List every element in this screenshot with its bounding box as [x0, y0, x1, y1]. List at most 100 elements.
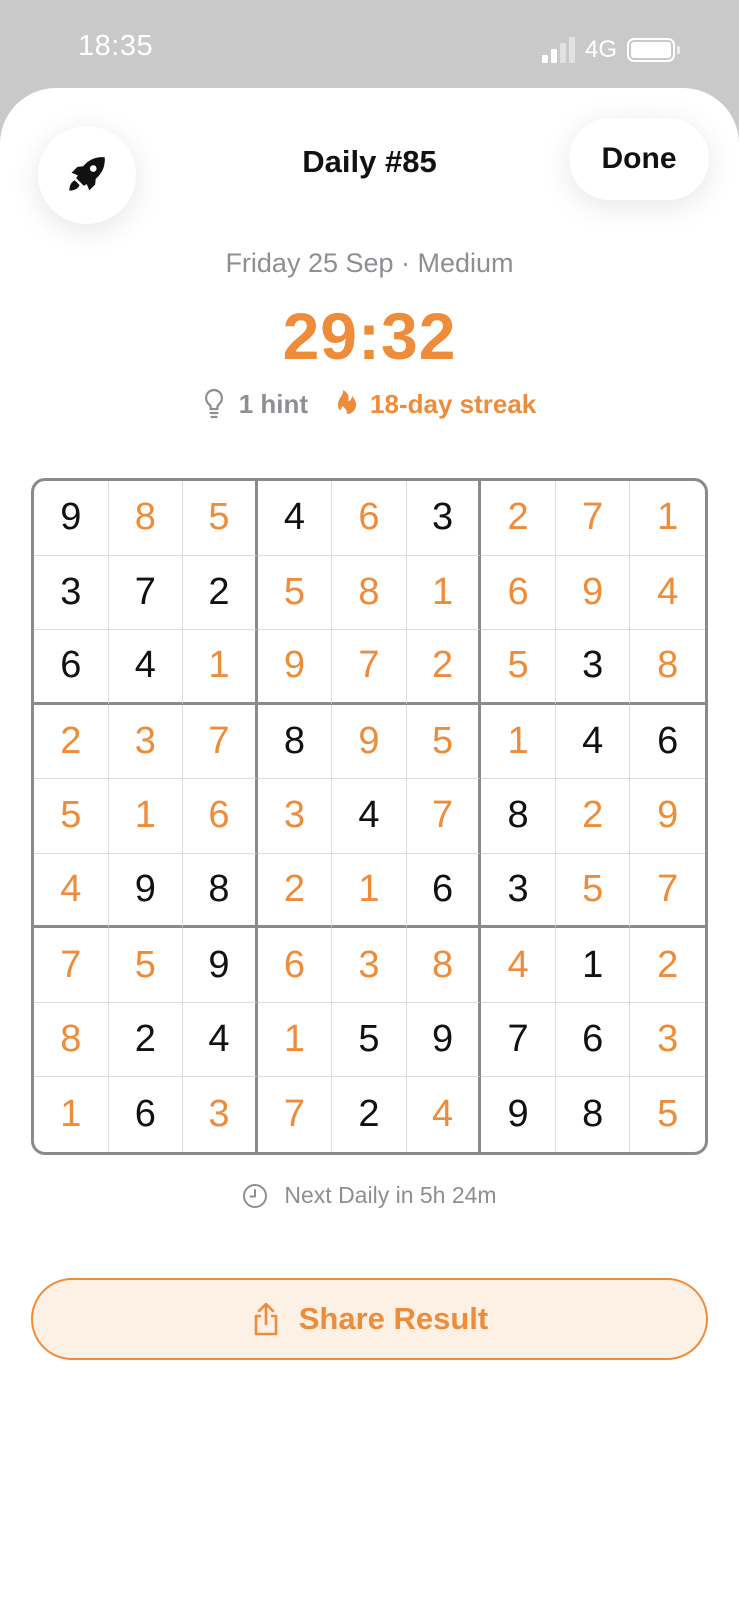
share-label: Share Result: [298, 1301, 489, 1336]
sudoku-cell[interactable]: 4: [257, 481, 333, 556]
hint-label: 1 hint: [238, 388, 309, 419]
sudoku-cell[interactable]: 4: [34, 853, 109, 929]
sudoku-cell[interactable]: 6: [109, 1077, 184, 1152]
sudoku-cell[interactable]: 8: [332, 555, 407, 631]
sudoku-cell[interactable]: 2: [257, 853, 333, 929]
sudoku-cell[interactable]: 3: [332, 928, 407, 1003]
sudoku-cell[interactable]: 6: [183, 779, 258, 854]
sudoku-cell[interactable]: 7: [406, 779, 482, 854]
sudoku-cell[interactable]: 3: [555, 630, 631, 705]
sudoku-cell[interactable]: 1: [406, 555, 482, 631]
status-time: 18:35: [78, 30, 154, 62]
sudoku-cell[interactable]: 5: [481, 630, 556, 705]
done-button[interactable]: Done: [569, 118, 709, 200]
sudoku-cell[interactable]: 2: [183, 555, 258, 631]
streak-label: 18-day streak: [370, 388, 537, 419]
sudoku-cell[interactable]: 7: [34, 928, 109, 1003]
sudoku-cell[interactable]: 7: [555, 481, 631, 556]
sudoku-cell[interactable]: 1: [332, 853, 407, 929]
sudoku-cell[interactable]: 3: [108, 704, 184, 780]
sudoku-cell[interactable]: 9: [257, 630, 333, 705]
sudoku-cell[interactable]: 5: [183, 481, 258, 556]
sudoku-cell[interactable]: 7: [332, 630, 407, 705]
sudoku-cell[interactable]: 5: [406, 704, 482, 780]
sudoku-cell[interactable]: 7: [258, 1077, 333, 1152]
sudoku-cell[interactable]: 6: [257, 928, 333, 1003]
sudoku-cell[interactable]: 3: [630, 1003, 705, 1078]
sudoku-cell[interactable]: 9: [406, 1002, 482, 1078]
sudoku-cell[interactable]: 3: [183, 1077, 258, 1152]
sudoku-cell[interactable]: 1: [108, 779, 184, 854]
sudoku-cell[interactable]: 4: [183, 1002, 258, 1078]
sudoku-cell[interactable]: 6: [481, 555, 556, 631]
sudoku-cell[interactable]: 4: [555, 704, 631, 780]
next-daily-label: Next Daily in 5h 24m: [284, 1182, 497, 1208]
sudoku-cell[interactable]: 9: [555, 555, 631, 631]
sudoku-cell[interactable]: 4: [407, 1077, 482, 1152]
sudoku-cell[interactable]: 4: [630, 556, 705, 631]
sudoku-cell[interactable]: 1: [183, 630, 258, 705]
sudoku-cell[interactable]: 5: [555, 853, 631, 929]
sudoku-cell[interactable]: 4: [108, 630, 184, 705]
sudoku-cell[interactable]: 9: [630, 779, 705, 854]
share-result-button[interactable]: Share Result: [31, 1278, 708, 1360]
sudoku-cell[interactable]: 1: [555, 928, 631, 1003]
sudoku-cell[interactable]: 4: [481, 928, 556, 1003]
elapsed-timer: 29:32: [282, 299, 457, 373]
sudoku-cell[interactable]: 8: [556, 1077, 631, 1152]
sudoku-cell[interactable]: 9: [108, 853, 184, 929]
sudoku-cell[interactable]: 1: [630, 481, 705, 556]
sudoku-cell[interactable]: 1: [34, 1077, 109, 1152]
sudoku-cell[interactable]: 6: [332, 481, 407, 556]
next-daily-countdown: Next Daily in 5h 24m: [0, 1182, 739, 1209]
sudoku-cell[interactable]: 2: [481, 481, 556, 556]
sudoku-cell[interactable]: 3: [34, 555, 109, 631]
sudoku-cell[interactable]: 8: [406, 928, 482, 1003]
sudoku-cell[interactable]: 3: [481, 853, 556, 929]
sudoku-cell[interactable]: 6: [406, 853, 482, 929]
sudoku-cell[interactable]: 7: [108, 555, 184, 631]
sudoku-cell[interactable]: 8: [108, 481, 184, 556]
clock-icon: [243, 1183, 268, 1208]
sudoku-board: 9854632713725816946419725382378951465163…: [31, 478, 708, 1155]
sudoku-cell[interactable]: 9: [481, 1077, 556, 1152]
sudoku-cell[interactable]: 3: [257, 779, 333, 854]
status-indicators: 4G: [541, 36, 680, 64]
sudoku-cell[interactable]: 5: [332, 1002, 407, 1078]
sudoku-cell[interactable]: 1: [481, 704, 556, 780]
battery-icon: [627, 38, 680, 62]
sudoku-cell[interactable]: 5: [630, 1077, 705, 1152]
sudoku-cell[interactable]: 1: [257, 1002, 333, 1078]
sudoku-cell[interactable]: 7: [630, 854, 705, 929]
stats-row: 1 hint 18-day streak: [0, 388, 739, 420]
sudoku-cell[interactable]: 2: [34, 704, 109, 780]
sudoku-cell[interactable]: 2: [406, 630, 482, 705]
sudoku-cell[interactable]: 2: [108, 1002, 184, 1078]
streak-stat: 18-day streak: [330, 388, 536, 420]
lightbulb-icon: [204, 388, 223, 419]
sudoku-cell[interactable]: 9: [332, 704, 407, 780]
sudoku-cell[interactable]: 7: [183, 704, 258, 780]
puzzle-subtitle: Friday 25 Sep · Medium: [225, 248, 514, 278]
sudoku-cell[interactable]: 6: [630, 705, 705, 780]
sudoku-cell[interactable]: 9: [183, 928, 258, 1003]
sudoku-cell[interactable]: 6: [555, 1002, 631, 1078]
sudoku-cell[interactable]: 8: [257, 704, 333, 780]
sudoku-cell[interactable]: 8: [481, 779, 556, 854]
sudoku-cell[interactable]: 4: [332, 779, 407, 854]
sudoku-cell[interactable]: 8: [183, 853, 258, 929]
sudoku-cell[interactable]: 2: [332, 1077, 407, 1152]
sudoku-cell[interactable]: 8: [630, 630, 705, 705]
sudoku-cell[interactable]: 5: [108, 928, 184, 1003]
sudoku-cell[interactable]: 5: [34, 779, 109, 854]
sudoku-cell[interactable]: 8: [34, 1002, 109, 1078]
sudoku-cell[interactable]: 5: [257, 555, 333, 631]
share-icon: [254, 1302, 278, 1336]
signal-icon: [541, 37, 575, 63]
sudoku-cell[interactable]: 3: [406, 481, 482, 556]
sudoku-cell[interactable]: 7: [481, 1002, 556, 1078]
sudoku-cell[interactable]: 2: [630, 928, 705, 1003]
sudoku-cell[interactable]: 6: [34, 630, 109, 705]
sudoku-cell[interactable]: 9: [34, 481, 109, 556]
sudoku-cell[interactable]: 2: [555, 779, 631, 854]
